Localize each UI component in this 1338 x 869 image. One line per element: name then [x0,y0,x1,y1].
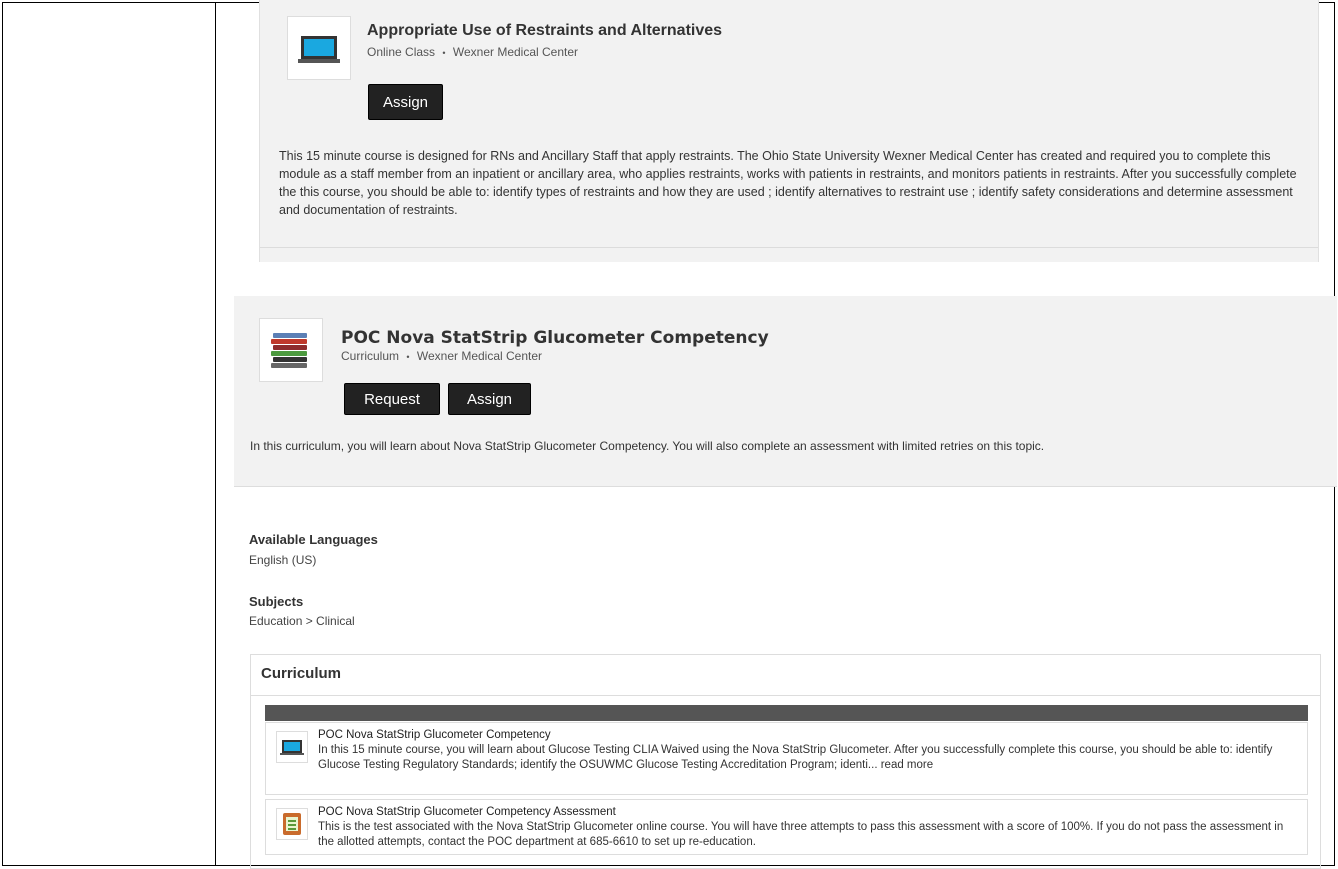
request-button[interactable]: Request [344,383,440,415]
assign-button[interactable]: Assign [368,84,443,120]
column-divider [215,2,216,866]
curriculum-header-bar [265,705,1308,721]
subjects-value: Education > Clinical [249,614,355,628]
course-provider: Wexner Medical Center [416,349,543,363]
books-icon [259,318,323,382]
item-title[interactable]: POC Nova StatStrip Glucometer Competency… [318,806,616,818]
laptop-icon [276,731,308,763]
course-provider: Wexner Medical Center [452,45,579,59]
course-description: In this curriculum, you will learn about… [250,439,1045,453]
subjects-label: Subjects [249,594,304,609]
languages-label: Available Languages [249,532,378,547]
course-title[interactable]: Appropriate Use of Restraints and Altern… [367,22,722,40]
assign-button[interactable]: Assign [448,383,531,415]
course-card-restraints: Appropriate Use of Restraints and Altern… [259,0,1319,262]
course-type: Curriculum [341,349,400,363]
course-title[interactable]: POC Nova StatStrip Glucometer Competency [341,328,769,348]
meta-separator: • [406,352,410,362]
meta-separator: • [442,48,446,58]
curriculum-section: Curriculum POC Nova StatStrip Glucometer… [250,654,1321,869]
item-title[interactable]: POC Nova StatStrip Glucometer Competency [318,729,551,741]
item-description: This is the test associated with the Nov… [318,821,1284,848]
test-sheet-icon [276,808,308,840]
read-more-link[interactable]: read more [881,759,933,771]
course-description: This 15 minute course is designed for RN… [279,149,1297,217]
course-meta: Online Class • Wexner Medical Center [367,45,578,59]
course-meta: Curriculum • Wexner Medical Center [341,349,542,363]
list-item[interactable]: POC Nova StatStrip Glucometer Competency… [265,722,1308,795]
item-description: In this 15 minute course, you will learn… [318,743,1298,773]
list-item[interactable]: POC Nova StatStrip Glucometer Competency… [265,799,1308,855]
item-description-text: In this 15 minute course, you will learn… [318,744,1273,771]
curriculum-heading: Curriculum [261,665,342,682]
course-card-glucometer: POC Nova StatStrip Glucometer Competency… [234,296,1337,487]
course-type: Online Class [367,45,436,59]
laptop-icon [287,16,351,80]
languages-value: English (US) [249,553,317,567]
